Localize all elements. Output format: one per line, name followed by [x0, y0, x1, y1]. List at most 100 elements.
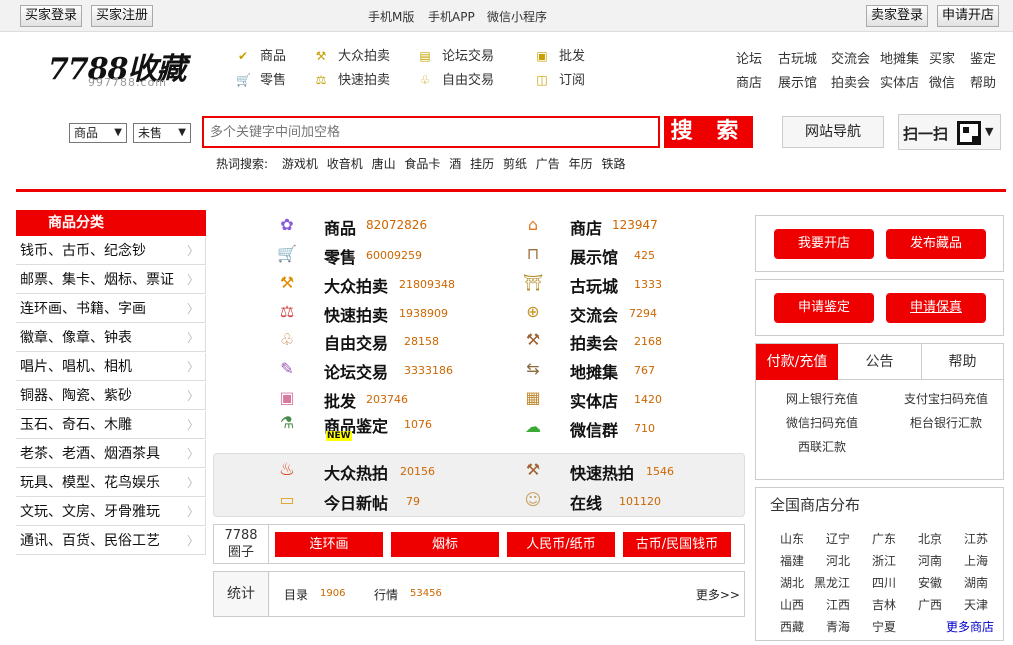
- link-exchange-meet[interactable]: 交流会: [831, 48, 870, 67]
- stat-public-auction[interactable]: ⚒ 大众拍卖 21809348: [276, 272, 496, 296]
- category-item[interactable]: 唱片、唱机、相机〉: [16, 353, 206, 381]
- search-status-select[interactable]: 未售 ▼: [133, 123, 191, 143]
- payment-link[interactable]: 微信扫码充值: [786, 414, 858, 431]
- nav-goods[interactable]: ✔ 商品: [236, 48, 286, 64]
- category-item[interactable]: 连环画、书籍、字画〉: [16, 295, 206, 323]
- stat-appraisal[interactable]: ⚗ 商品鉴定 NEW 1076: [276, 412, 496, 442]
- province-link[interactable]: 广东: [872, 530, 896, 547]
- nav-forum-trade[interactable]: ▤ 论坛交易: [418, 48, 494, 64]
- province-link[interactable]: 河南: [918, 552, 942, 569]
- circle-button[interactable]: 人民币/纸币: [507, 532, 615, 557]
- hot-word[interactable]: 收音机: [327, 157, 363, 171]
- seller-login-button[interactable]: 卖家登录: [866, 5, 929, 27]
- link-appraisal[interactable]: 鉴定: [970, 48, 996, 67]
- link-buyer[interactable]: 买家: [929, 48, 955, 67]
- category-item[interactable]: 钱币、古币、纪念钞〉: [16, 237, 206, 265]
- circle-button[interactable]: 烟标: [391, 532, 499, 557]
- link-gallery[interactable]: 展示馆: [778, 72, 817, 91]
- province-link[interactable]: 吉林: [872, 596, 896, 613]
- more-stats-link[interactable]: 更多>>: [696, 586, 740, 603]
- province-link[interactable]: 河北: [826, 552, 850, 569]
- hot-word[interactable]: 挂历: [470, 157, 494, 171]
- province-link[interactable]: 广西: [918, 596, 942, 613]
- link-flea-market[interactable]: 地摊集: [880, 48, 919, 67]
- online-count[interactable]: ☺ 在线 101120: [522, 489, 742, 513]
- hot-word[interactable]: 剪纸: [503, 157, 527, 171]
- nav-public-auction[interactable]: ⚒ 大众拍卖: [314, 48, 390, 64]
- stat-flea-market[interactable]: ⇆ 地摊集 767: [522, 358, 742, 382]
- link-forum[interactable]: 论坛: [736, 48, 762, 67]
- category-item[interactable]: 邮票、集卡、烟标、票证〉: [16, 266, 206, 294]
- nav-wholesale[interactable]: ▣ 批发: [535, 48, 585, 64]
- more-shops-link[interactable]: 更多商店: [946, 618, 994, 635]
- category-item[interactable]: 铜器、陶瓷、紫砂〉: [16, 382, 206, 410]
- open-shop-button[interactable]: 我要开店: [774, 229, 874, 259]
- circle-button[interactable]: 古币/民国钱币: [623, 532, 731, 557]
- province-link[interactable]: 山东: [780, 530, 804, 547]
- mobile-app-link[interactable]: 手机APP: [428, 8, 475, 25]
- stat-forum-trade[interactable]: ✎ 论坛交易 3333186: [276, 358, 496, 382]
- buyer-register-button[interactable]: 买家注册: [91, 5, 154, 27]
- stat-wholesale[interactable]: ▣ 批发 203746: [276, 387, 496, 411]
- hot-word[interactable]: 年历: [569, 157, 593, 171]
- province-link[interactable]: 四川: [872, 574, 896, 591]
- hot-word[interactable]: 游戏机: [282, 157, 318, 171]
- hot-word[interactable]: 酒: [449, 157, 461, 171]
- province-link[interactable]: 浙江: [872, 552, 896, 569]
- today-new-posts[interactable]: ▭ 今日新帖 79: [276, 489, 496, 513]
- province-link[interactable]: 青海: [826, 618, 850, 635]
- link-physical-store[interactable]: 实体店: [880, 72, 919, 91]
- stat-quick-auction[interactable]: ⚖ 快速拍卖 1938909: [276, 301, 496, 325]
- province-link[interactable]: 山西: [780, 596, 804, 613]
- open-shop-top-button[interactable]: 申请开店: [937, 5, 1000, 27]
- tab-help[interactable]: 帮助: [921, 344, 1003, 380]
- category-item[interactable]: 玩具、模型、花鸟娱乐〉: [16, 469, 206, 497]
- site-logo[interactable]: 7788收藏 997788.com: [48, 44, 188, 94]
- stat-goods[interactable]: ✿ 商品 82072826: [276, 214, 496, 238]
- link-wechat[interactable]: 微信: [929, 72, 955, 91]
- publish-item-button[interactable]: 发布藏品: [886, 229, 986, 259]
- payment-link[interactable]: 西联汇款: [798, 438, 846, 455]
- payment-link[interactable]: 支付宝扫码充值: [904, 390, 988, 407]
- hot-public-auction[interactable]: ♨ 大众热拍 20156: [276, 459, 496, 484]
- stat-antique-city[interactable]: ⛩ 古玩城 1333: [522, 272, 742, 296]
- nav-quick-auction[interactable]: ⚖ 快速拍卖: [314, 72, 390, 88]
- apply-appraisal-button[interactable]: 申请鉴定: [774, 293, 874, 323]
- stat-shops[interactable]: ⌂ 商店 123947: [522, 214, 742, 238]
- buyer-login-button[interactable]: 买家登录: [20, 5, 83, 27]
- hot-word[interactable]: 唐山: [372, 157, 396, 171]
- search-button[interactable]: 搜 索: [664, 116, 753, 148]
- province-link[interactable]: 辽宁: [826, 530, 850, 547]
- payment-link[interactable]: 网上银行充值: [786, 390, 858, 407]
- category-item[interactable]: 文玩、文房、牙骨雅玩〉: [16, 498, 206, 526]
- stat-exchange-meet[interactable]: ⊕ 交流会 7294: [522, 301, 742, 325]
- link-auction-house[interactable]: 拍卖会: [831, 72, 870, 91]
- search-input[interactable]: [202, 116, 660, 148]
- nav-free-trade[interactable]: ♧ 自由交易: [418, 72, 494, 88]
- province-link[interactable]: 福建: [780, 552, 804, 569]
- province-link[interactable]: 湖北: [780, 574, 804, 591]
- province-link[interactable]: 湖南: [964, 574, 988, 591]
- nav-retail[interactable]: 🛒 零售: [236, 72, 286, 88]
- search-type-select[interactable]: 商品 ▼: [69, 123, 127, 143]
- category-item[interactable]: 玉石、奇石、木雕〉: [16, 411, 206, 439]
- tab-payment[interactable]: 付款/充值: [756, 344, 838, 380]
- link-help[interactable]: 帮助: [970, 72, 996, 91]
- hot-word[interactable]: 广告: [536, 157, 560, 171]
- link-antique-city[interactable]: 古玩城: [778, 48, 817, 67]
- stat-auction-house[interactable]: ⚒ 拍卖会 2168: [522, 329, 742, 353]
- circle-button[interactable]: 连环画: [275, 532, 383, 557]
- province-link[interactable]: 黑龙江: [814, 574, 850, 591]
- category-item[interactable]: 老茶、老酒、烟酒茶具〉: [16, 440, 206, 468]
- hot-quick-auction[interactable]: ⚒ 快速热拍 1546: [522, 459, 742, 483]
- stat-physical-store[interactable]: ▦ 实体店 1420: [522, 387, 742, 411]
- hot-word[interactable]: 食品卡: [404, 157, 440, 171]
- nav-subscribe[interactable]: ◫ 订阅: [535, 72, 585, 88]
- stat-free-trade[interactable]: ♧ 自由交易 28158: [276, 329, 496, 353]
- category-item[interactable]: 通讯、百货、民俗工艺〉: [16, 527, 206, 555]
- province-link[interactable]: 江苏: [964, 530, 988, 547]
- province-link[interactable]: 江西: [826, 596, 850, 613]
- scan-qr-button[interactable]: 扫一扫 ▼: [898, 114, 1001, 150]
- apply-insurance-button[interactable]: 申请保真: [886, 293, 986, 323]
- site-nav-button[interactable]: 网站导航: [782, 116, 884, 148]
